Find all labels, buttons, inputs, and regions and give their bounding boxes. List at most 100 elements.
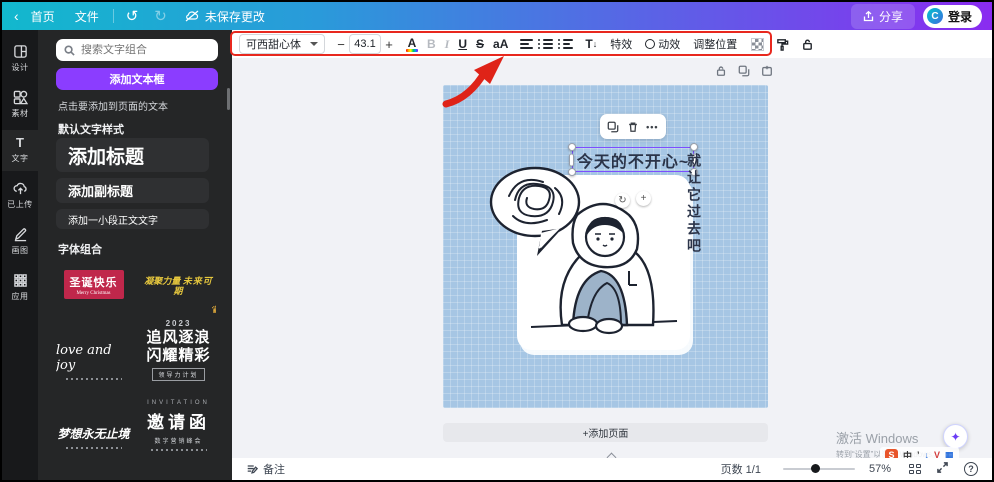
line-spacing-button[interactable] (558, 39, 574, 49)
redo-icon[interactable]: ↻ (146, 7, 175, 25)
lock-page-icon[interactable] (715, 65, 727, 77)
combo-christmas[interactable]: 圣诞快乐 Merry Christmas (56, 256, 131, 299)
save-status: 未保存更改 (175, 8, 275, 25)
duplicate-icon[interactable] (607, 121, 619, 133)
effects-button[interactable]: 特效 (610, 36, 632, 52)
bold-button[interactable]: B (427, 37, 436, 51)
search-icon (64, 44, 75, 56)
animate-button[interactable]: 动效 (645, 36, 680, 52)
sidebar-item-text[interactable]: T 文字 (2, 130, 38, 171)
vertical-text-element[interactable]: 就让它过去吧 (686, 153, 702, 255)
editor-main: 可西甜心体 − 43.1 + A B I U S aA T ↓ 特效 动效 调整… (230, 30, 992, 480)
add-subheading-card[interactable]: 添加副标题 (56, 178, 209, 203)
italic-button[interactable]: I (445, 37, 450, 52)
add-textbox-button[interactable]: 添加文本框 (56, 68, 218, 90)
resize-handle[interactable] (568, 143, 576, 151)
add-page-icon[interactable] (761, 65, 773, 77)
back-chevron-icon[interactable]: ‹ (2, 8, 21, 24)
notes-icon (247, 465, 258, 474)
share-icon (863, 10, 874, 21)
text-panel: 添加文本框 点击要添加到页面的文本 默认文字样式 添加标题 添加副标题 添加一小… (38, 30, 232, 480)
undo-icon[interactable]: ↺ (118, 7, 147, 25)
position-button[interactable]: 调整位置 (693, 36, 737, 52)
ime-mode-icon[interactable]: 中 (903, 449, 912, 459)
combo-2023-waves[interactable]: ♛ 2023 追风逐浪 闪耀精彩 领导力计划 (141, 305, 216, 382)
ime-keyboard-icon[interactable]: ▦ (945, 450, 954, 459)
menu-home[interactable]: 首页 (21, 8, 65, 25)
font-family-select[interactable]: 可西甜心体 (239, 34, 325, 54)
ime-logo-icon[interactable]: S (885, 448, 898, 458)
rotate-icon[interactable]: ↻ (615, 193, 630, 208)
text-color-button[interactable]: A (406, 36, 418, 52)
font-size-increase-button[interactable]: + (381, 37, 397, 52)
sidebar-item-apps[interactable]: 应用 (2, 267, 38, 309)
text-align-button[interactable] (520, 39, 534, 49)
strikethrough-button[interactable]: S (476, 37, 484, 51)
text-toolbar: 可西甜心体 − 43.1 + A B I U S aA T ↓ 特效 动效 调整… (230, 30, 992, 58)
search-box[interactable] (56, 39, 218, 61)
pro-crown-icon: ♛ (211, 305, 216, 316)
sidebar-rail: 设计 素材 T 文字 已上传 画图 应用 (2, 30, 38, 480)
sidebar-item-elements[interactable]: 素材 (2, 84, 38, 126)
font-size-value[interactable]: 43.1 (349, 34, 381, 54)
resize-handle[interactable] (690, 143, 698, 151)
sidebar-item-design[interactable]: 设计 (2, 38, 38, 80)
help-button[interactable]: ? (964, 462, 978, 476)
sidebar-item-draw[interactable]: 画图 (2, 221, 38, 263)
share-button[interactable]: 分享 (850, 3, 915, 29)
shapes-icon (13, 90, 28, 105)
fullscreen-icon[interactable] (937, 462, 948, 476)
combo-yellow-handwriting[interactable]: 凝聚力量 未来可期 (141, 256, 216, 299)
apps-grid-icon (13, 274, 27, 287)
top-menu-bar: ‹ 首页 文件 ↺ ↻ 未保存更改 分享 C 登录 (2, 2, 992, 30)
list-button[interactable] (538, 39, 554, 49)
default-styles-label: 默认文字样式 (58, 124, 124, 136)
move-icon[interactable]: + (636, 191, 651, 206)
add-heading-card[interactable]: 添加标题 (56, 138, 209, 172)
assistant-sparkle-button[interactable]: ✦ (943, 424, 968, 449)
search-input[interactable] (81, 44, 201, 56)
lock-button[interactable] (801, 38, 814, 51)
zoom-slider-knob[interactable] (810, 464, 820, 473)
duplicate-page-icon[interactable] (738, 65, 750, 77)
ime-download-icon[interactable]: ↓ (925, 450, 930, 458)
sidebar-item-uploads[interactable]: 已上传 (2, 175, 38, 217)
combo-love-and-joy[interactable]: love and joy (56, 313, 131, 382)
selected-text-element[interactable]: 今天的不开心~ (568, 143, 698, 176)
animate-icon (645, 39, 656, 49)
combo-dream[interactable]: 梦想永无止境 (56, 396, 131, 451)
panel-scrollbar[interactable] (227, 88, 230, 110)
trash-icon[interactable] (627, 121, 639, 133)
font-combos-grid: 圣诞快乐 Merry Christmas 凝聚力量 未来可期 love and … (56, 256, 216, 480)
add-body-text-card[interactable]: 添加一小段正文文字 (56, 209, 209, 229)
letter-case-button[interactable]: aA (493, 37, 508, 51)
grid-view-icon[interactable] (909, 464, 921, 474)
add-page-button[interactable]: +添加页面 (443, 423, 768, 442)
more-options-icon[interactable]: ••• (646, 122, 658, 132)
login-button[interactable]: C 登录 (922, 4, 982, 28)
canva-logo-icon: C (926, 8, 943, 24)
combo-invitation[interactable]: INVITATION 邀请函 数字营销峰会 (141, 396, 216, 451)
font-size-stepper: − 43.1 + (333, 34, 397, 54)
page-count[interactable]: 页数 1/1 (721, 461, 761, 477)
design-page[interactable]: 今天的不开心~ ••• ↻ + 就让它过去吧 (443, 85, 768, 408)
collapse-chevron-icon[interactable] (604, 451, 618, 458)
tiny-caption-line (65, 378, 122, 380)
notes-button[interactable]: 备注 (246, 461, 285, 477)
underline-button[interactable]: U (458, 37, 467, 51)
design-icon (13, 45, 27, 58)
vertical-text-button[interactable]: T ↓ (585, 37, 597, 51)
resize-handle-left[interactable] (569, 153, 574, 166)
zoom-slider[interactable] (782, 464, 855, 473)
menu-file[interactable]: 文件 (65, 8, 109, 25)
cloud-offline-icon (185, 10, 199, 22)
ime-punct-icon[interactable]: ’ (917, 450, 920, 458)
font-size-decrease-button[interactable]: − (333, 37, 349, 52)
copy-style-button[interactable] (776, 38, 789, 51)
transparency-button[interactable] (751, 37, 765, 51)
ime-v-icon[interactable]: V (934, 450, 940, 458)
zoom-level[interactable]: 57% (869, 463, 891, 475)
resize-handle[interactable] (568, 168, 576, 176)
selection-context-toolbar: ••• (600, 114, 666, 139)
canva-editor-window: ‹ 首页 文件 ↺ ↻ 未保存更改 分享 C 登录 设计 素材 T 文字 已上传… (0, 0, 994, 482)
